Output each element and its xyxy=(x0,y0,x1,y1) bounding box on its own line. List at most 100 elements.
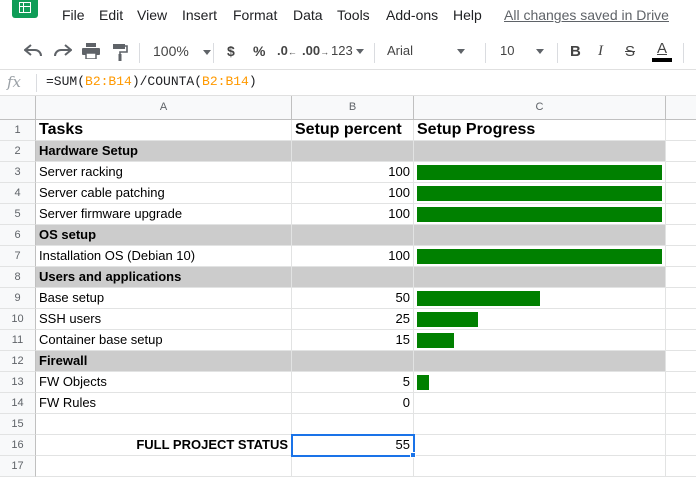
cell-d[interactable] xyxy=(666,267,696,288)
row-header[interactable]: 17 xyxy=(0,456,36,477)
header-cell-setup-progress[interactable]: Setup Progress xyxy=(414,120,666,141)
zoom-select[interactable]: 100% xyxy=(153,43,211,59)
row-header[interactable]: 9 xyxy=(0,288,36,309)
cell-d[interactable] xyxy=(666,435,696,456)
formula-input[interactable]: =SUM(B2:B14)/COUNTA(B2:B14) xyxy=(46,74,257,89)
cell-d[interactable] xyxy=(666,393,696,414)
cell-a[interactable]: Server racking xyxy=(36,162,292,183)
cell-b[interactable] xyxy=(292,267,414,288)
save-status-link[interactable]: All changes saved in Drive xyxy=(504,7,669,23)
strikethrough-button[interactable]: S xyxy=(625,43,635,60)
cell-a[interactable]: OS setup xyxy=(36,225,292,246)
header-cell-setup-percent[interactable]: Setup percent xyxy=(292,120,414,141)
cell-c[interactable] xyxy=(414,456,666,477)
menu-view[interactable]: View xyxy=(137,7,167,23)
cell-d[interactable] xyxy=(666,246,696,267)
row-header[interactable]: 13 xyxy=(0,372,36,393)
cell-c[interactable] xyxy=(414,141,666,162)
menu-edit[interactable]: Edit xyxy=(99,7,123,23)
cell-a[interactable] xyxy=(36,414,292,435)
cell-b[interactable] xyxy=(292,225,414,246)
cell-b[interactable] xyxy=(292,351,414,372)
cell-d[interactable] xyxy=(666,225,696,246)
cell-a[interactable]: Installation OS (Debian 10) xyxy=(36,246,292,267)
row-header[interactable]: 1 xyxy=(0,120,36,141)
cell-d[interactable] xyxy=(666,309,696,330)
redo-icon[interactable] xyxy=(54,44,72,58)
text-color-button[interactable]: A xyxy=(652,40,672,62)
bold-button[interactable]: B xyxy=(570,43,581,60)
menu-insert[interactable]: Insert xyxy=(182,7,217,23)
cell-b[interactable]: 0 xyxy=(292,393,414,414)
cell-d[interactable] xyxy=(666,288,696,309)
row-header[interactable]: 4 xyxy=(0,183,36,204)
cell-d[interactable] xyxy=(666,162,696,183)
cell-d[interactable] xyxy=(666,183,696,204)
cell-b[interactable]: 25 xyxy=(292,309,414,330)
cell-c[interactable] xyxy=(414,309,666,330)
currency-format-button[interactable]: $ xyxy=(227,43,235,59)
spreadsheet-grid[interactable]: A B C 1 Tasks Setup percent Setup Progress 2… xyxy=(0,96,696,478)
row-header[interactable]: 6 xyxy=(0,225,36,246)
cell-a[interactable]: FW Objects xyxy=(36,372,292,393)
cell-c[interactable] xyxy=(414,435,666,456)
cell-c[interactable] xyxy=(414,225,666,246)
row-header[interactable]: 7 xyxy=(0,246,36,267)
cell-d[interactable] xyxy=(666,120,696,141)
cell-c[interactable] xyxy=(414,246,666,267)
menu-data[interactable]: Data xyxy=(293,7,323,23)
cell-a[interactable] xyxy=(36,456,292,477)
percent-format-button[interactable]: % xyxy=(253,43,265,59)
cell-c[interactable] xyxy=(414,414,666,435)
row-header[interactable]: 2 xyxy=(0,141,36,162)
font-select[interactable]: Arial xyxy=(387,43,466,58)
cell-d[interactable] xyxy=(666,351,696,372)
row-header[interactable]: 10 xyxy=(0,309,36,330)
row-header[interactable]: 14 xyxy=(0,393,36,414)
cell-a[interactable]: Container base setup xyxy=(36,330,292,351)
decrease-decimals-button[interactable]: .0← xyxy=(277,43,297,58)
cell-b[interactable]: 100 xyxy=(292,162,414,183)
column-header-c[interactable]: C xyxy=(414,96,666,120)
selection-fill-handle[interactable] xyxy=(410,452,416,458)
cell-b[interactable]: 15 xyxy=(292,330,414,351)
cell-d[interactable] xyxy=(666,414,696,435)
menu-tools[interactable]: Tools xyxy=(337,7,370,23)
cell-d[interactable] xyxy=(666,141,696,162)
cell-d[interactable] xyxy=(666,330,696,351)
menu-format[interactable]: Format xyxy=(233,7,277,23)
cell-b[interactable]: 50 xyxy=(292,288,414,309)
menu-file[interactable]: File xyxy=(62,7,85,23)
undo-icon[interactable] xyxy=(24,44,42,58)
cell-a[interactable]: Firewall xyxy=(36,351,292,372)
row-header[interactable]: 11 xyxy=(0,330,36,351)
cell-b[interactable]: 100 xyxy=(292,246,414,267)
cell-d[interactable] xyxy=(666,372,696,393)
cell-a[interactable]: Hardware Setup xyxy=(36,141,292,162)
cell-c[interactable] xyxy=(414,204,666,225)
cell-a[interactable]: FW Rules xyxy=(36,393,292,414)
row-header[interactable]: 16 xyxy=(0,435,36,456)
menu-add-ons[interactable]: Add-ons xyxy=(386,7,438,23)
header-cell-tasks[interactable]: Tasks xyxy=(36,120,292,141)
cell-a[interactable]: Base setup xyxy=(36,288,292,309)
cell-c[interactable] xyxy=(414,288,666,309)
cell-b[interactable]: 5 xyxy=(292,372,414,393)
cell-c[interactable] xyxy=(414,351,666,372)
cell-c[interactable] xyxy=(414,183,666,204)
paint-format-icon[interactable] xyxy=(112,43,128,61)
cell-b[interactable] xyxy=(292,414,414,435)
cell-d[interactable] xyxy=(666,204,696,225)
cell-c[interactable] xyxy=(414,330,666,351)
cell-b[interactable]: 100 xyxy=(292,204,414,225)
column-header-next[interactable] xyxy=(666,96,696,120)
increase-decimals-button[interactable]: .00→ xyxy=(302,43,329,58)
sheets-logo-icon[interactable] xyxy=(12,0,38,18)
cell-c[interactable] xyxy=(414,393,666,414)
row-header[interactable]: 12 xyxy=(0,351,36,372)
cell-a[interactable]: FULL PROJECT STATUS xyxy=(36,435,292,456)
row-header[interactable]: 15 xyxy=(0,414,36,435)
font-size-select[interactable]: 10 xyxy=(500,43,545,58)
select-all-corner[interactable] xyxy=(0,96,36,120)
row-header[interactable]: 5 xyxy=(0,204,36,225)
